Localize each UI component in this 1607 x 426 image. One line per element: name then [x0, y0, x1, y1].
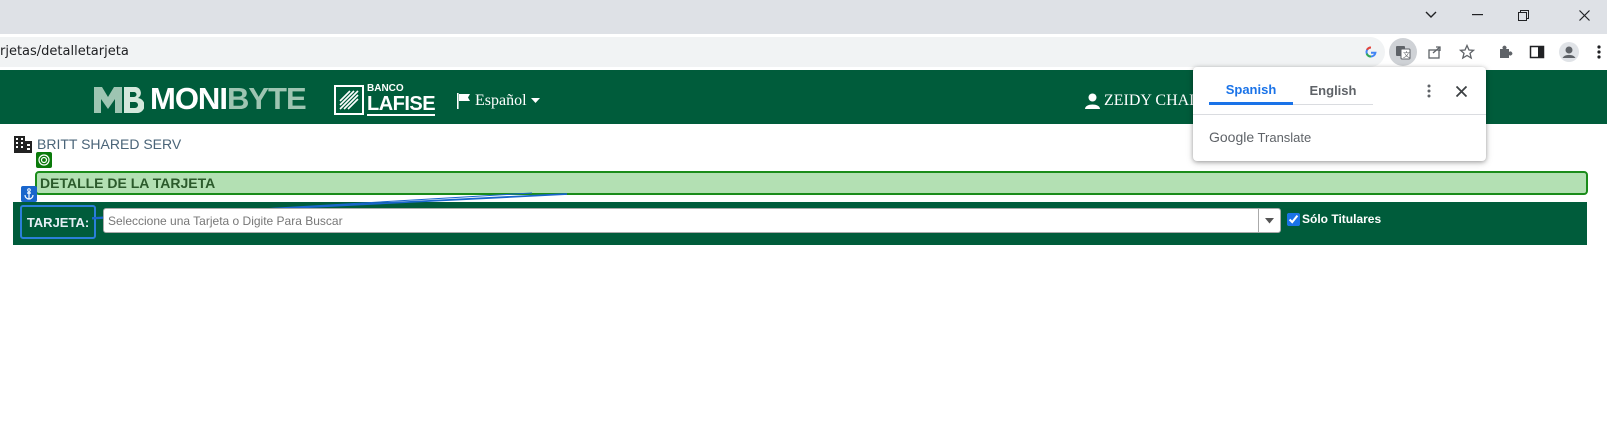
browser-menu-icon[interactable] [1585, 38, 1607, 66]
language-selector[interactable]: Español [457, 92, 540, 110]
lafise-emblem-icon [334, 84, 364, 115]
lafise-banco-label: BANCO [367, 82, 404, 94]
more-options-icon[interactable] [1417, 79, 1441, 103]
holders-only-checkbox[interactable] [1287, 212, 1300, 226]
profile-avatar-icon[interactable] [1555, 38, 1583, 66]
browser-toolbar: rjetas/detalletarjeta 文 [0, 34, 1607, 70]
restore-icon[interactable] [1500, 0, 1546, 30]
translate-icon[interactable]: 文 [1389, 38, 1417, 66]
extensions-icon[interactable] [1491, 38, 1519, 66]
monibyte-logo-mark-icon [94, 85, 144, 113]
side-panel-icon[interactable] [1523, 38, 1551, 66]
company-name: BRITT SHARED SERV [37, 136, 182, 152]
card-label: TARJETA: [20, 205, 96, 239]
logo-text-byte: BYTE [226, 81, 307, 116]
card-select-placeholder: Seleccione una Tarjeta o Digite Para Bus… [108, 214, 343, 228]
tab-english[interactable]: English [1293, 77, 1373, 105]
flag-icon [457, 93, 470, 109]
user-icon [1085, 93, 1100, 109]
close-window-icon[interactable] [1561, 0, 1607, 30]
user-menu[interactable]: ZEIDY CHAL [1085, 92, 1199, 110]
popup-divider [1193, 114, 1486, 115]
monibyte-logo[interactable]: MONI BYTE [94, 81, 307, 116]
google-translate-brand: Google Translate [1209, 129, 1311, 145]
holders-only-toggle[interactable]: Sólo Titulares [1287, 212, 1381, 226]
brand-translate: Translate [1257, 130, 1312, 145]
minimize-icon[interactable] [1454, 0, 1500, 30]
language-label: Español [475, 92, 527, 109]
logo-text-moni: MONI [150, 81, 228, 116]
holders-only-label: Sólo Titulares [1302, 212, 1382, 226]
close-popup-icon[interactable] [1449, 79, 1473, 103]
lafise-name-label: LAFISE [367, 92, 436, 116]
building-icon [14, 136, 32, 153]
user-name: ZEIDY CHAL [1104, 92, 1199, 109]
page-title: DETALLE DE LA TARJETA [40, 175, 216, 191]
brand-google: Google [1209, 129, 1255, 145]
bookmark-star-icon[interactable] [1453, 38, 1481, 66]
tab-search-icon[interactable] [1408, 0, 1454, 30]
select-arrow-icon[interactable] [1258, 209, 1280, 232]
caret-down-icon [530, 98, 540, 103]
target-marker-icon [36, 152, 52, 168]
lafise-logo: BANCO LAFISE [334, 82, 436, 116]
google-icon[interactable] [1357, 38, 1385, 66]
translate-popup: Spanish English Google Translate [1193, 67, 1486, 161]
url-text: rjetas/detalletarjeta [0, 44, 129, 59]
share-icon[interactable] [1421, 38, 1449, 66]
card-select[interactable]: Seleccione una Tarjeta o Digite Para Bus… [103, 208, 1281, 233]
browser-titlebar [0, 0, 1607, 34]
tab-spanish[interactable]: Spanish [1209, 77, 1293, 105]
anchor-marker-icon [21, 186, 37, 202]
svg-text:文: 文 [1403, 50, 1410, 59]
address-bar[interactable]: rjetas/detalletarjeta [0, 37, 1385, 67]
company-indicator: BRITT SHARED SERV [13, 134, 181, 154]
